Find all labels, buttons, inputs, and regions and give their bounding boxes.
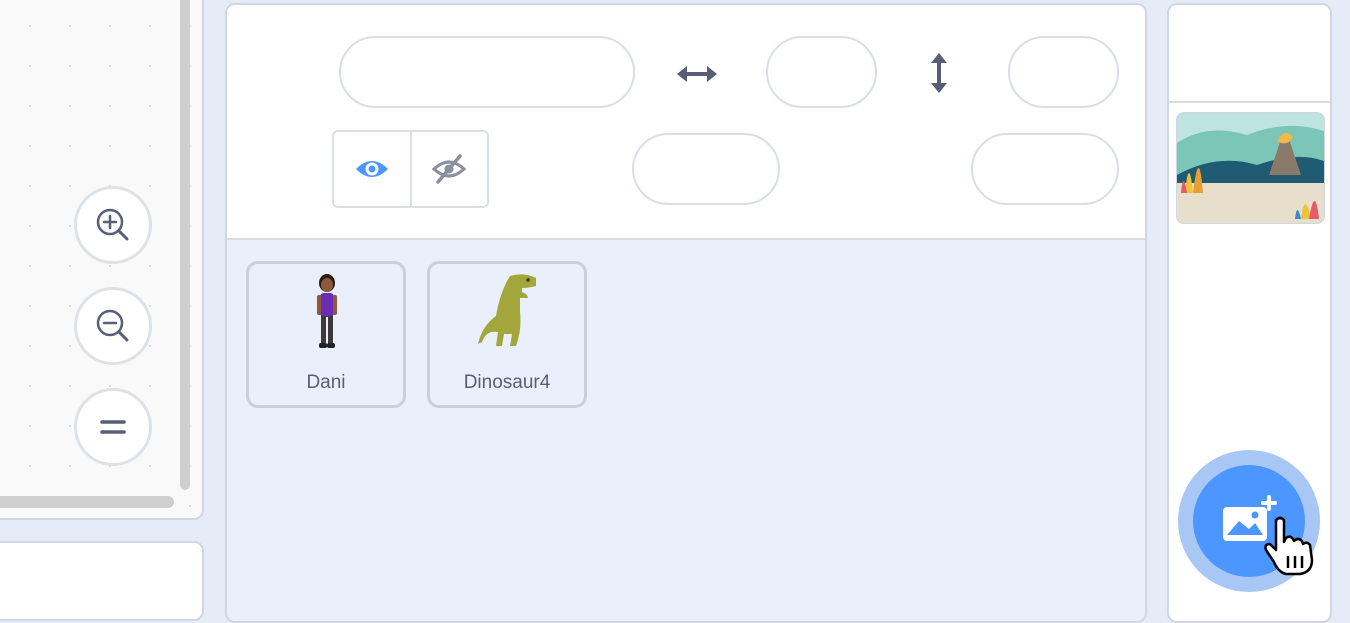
sprite-tile-dani[interactable]: Dani <box>246 261 406 408</box>
equals-icon <box>100 420 126 434</box>
sprite-name-input[interactable] <box>339 36 635 108</box>
y-position-input[interactable] <box>1008 36 1119 108</box>
workspace-vertical-scrollbar[interactable] <box>180 0 190 490</box>
backdrop-thumbnail[interactable] <box>1176 112 1325 224</box>
show-sprite-button[interactable] <box>334 132 410 206</box>
dinosaur4-sprite-image <box>478 274 536 346</box>
eye-slash-icon <box>432 154 467 184</box>
backdrop-image <box>1177 113 1324 223</box>
x-position-input[interactable] <box>766 36 877 108</box>
zoom-reset-button[interactable] <box>74 388 152 466</box>
size-input[interactable] <box>632 133 780 205</box>
stage-header <box>1169 5 1330 103</box>
eye-icon <box>355 161 388 177</box>
hide-sprite-button[interactable] <box>409 132 488 206</box>
zoom-in-icon <box>96 208 129 241</box>
sprite-name-label: Dani <box>306 372 346 393</box>
dani-sprite-image <box>317 274 337 348</box>
sprite-tile-dinosaur4[interactable]: Dinosaur4 <box>427 261 587 408</box>
zoom-out-icon <box>96 309 129 342</box>
zoom-out-button[interactable] <box>74 287 152 365</box>
sprite-pane: Dani Dinosaur4 <box>225 3 1147 623</box>
zoom-in-button[interactable] <box>74 186 152 264</box>
sprite-name-label: Dinosaur4 <box>463 372 551 393</box>
visibility-toggle <box>332 130 489 208</box>
bottom-left-panel <box>0 541 204 621</box>
sprite-info-panel <box>227 5 1145 240</box>
horizontal-arrow-icon <box>677 66 717 82</box>
workspace-horizontal-scrollbar[interactable] <box>0 496 174 508</box>
vertical-arrow-icon <box>931 53 947 93</box>
direction-input[interactable] <box>971 133 1119 205</box>
hand-cursor-icon <box>1264 516 1314 576</box>
